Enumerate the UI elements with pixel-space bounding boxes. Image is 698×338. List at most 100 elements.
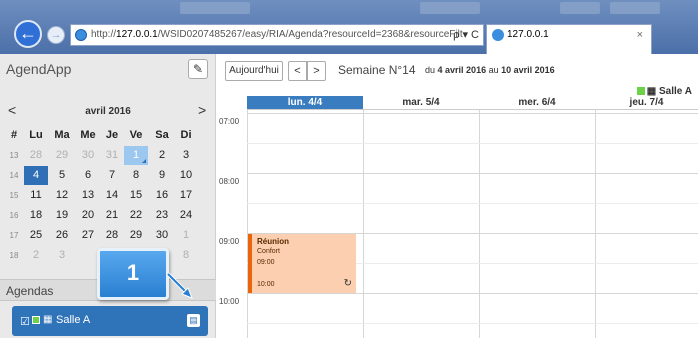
range-start: 4 avril 2016: [437, 65, 487, 75]
calendar-day[interactable]: 31: [100, 146, 124, 165]
calendar-day[interactable]: 9: [150, 166, 174, 185]
calendar-day[interactable]: 24: [174, 206, 198, 225]
calendar-header-cell: #: [10, 129, 18, 141]
time-label: 10:00: [219, 297, 240, 306]
legend-color-swatch: [636, 87, 645, 95]
half-hour-line: [247, 323, 698, 324]
calendar-toolbar: Aujourd'hui < > Semaine N°14 du 4 avril …: [217, 54, 698, 86]
address-bar[interactable]: http://127.0.0.1/WSID0207485267/easy/RIA…: [70, 24, 484, 46]
calendar-header-cell: Ma: [54, 129, 70, 141]
app-title: AgendApp: [6, 61, 72, 77]
calendar-next-button[interactable]: >: [198, 102, 206, 118]
calendar-day[interactable]: 5: [50, 166, 74, 185]
calendar-day[interactable]: 30: [150, 226, 174, 245]
calendar-header-cell: Je: [105, 129, 119, 141]
day-header: lun. 4/4: [247, 96, 363, 110]
recurrence-icon: ↻: [343, 278, 352, 289]
blurred-tab: [560, 2, 600, 14]
resource-item-salle-a[interactable]: ☑ ▦ Salle A ▤: [12, 306, 208, 336]
column-divider: [363, 110, 364, 338]
calendar-day[interactable]: 3: [174, 146, 198, 165]
calendar-day[interactable]: 3: [50, 246, 74, 265]
calendar-header-cell: Me: [80, 129, 96, 141]
week-range: du 4 avril 2016 au 10 avril 2016: [425, 65, 555, 75]
calendar-day[interactable]: 20: [76, 206, 100, 225]
tab-title: 127.0.0.1: [507, 29, 549, 40]
calendar-day[interactable]: 2: [150, 146, 174, 165]
calendar-day[interactable]: 15: [124, 186, 148, 205]
forward-arrow-icon: →: [50, 29, 62, 41]
range-mid: au: [488, 65, 499, 75]
list-icon[interactable]: ▤: [187, 314, 200, 327]
calendar-day[interactable]: 26: [50, 226, 74, 245]
calendar-day[interactable]: 19: [50, 206, 74, 225]
blurred-tab: [420, 2, 480, 14]
forward-button[interactable]: →: [47, 26, 65, 44]
address-actions[interactable]: ρ ▾ C: [453, 25, 479, 45]
week-number: 17: [9, 231, 19, 240]
calendar-day[interactable]: 21: [100, 206, 124, 225]
today-button[interactable]: Aujourd'hui: [225, 61, 283, 81]
calendar-day[interactable]: 28: [100, 226, 124, 245]
agendas-label: Agendas: [6, 284, 54, 298]
tutorial-callout: 1: [97, 248, 169, 300]
day-header: mer. 6/4: [479, 96, 595, 110]
calendar-day[interactable]: 14: [100, 186, 124, 205]
calendar-day[interactable]: 25: [24, 226, 48, 245]
hour-line: [247, 113, 698, 114]
day-header: jeu. 7/4: [595, 96, 698, 110]
week-title: Semaine N°14: [338, 63, 416, 77]
calendar-day[interactable]: 10: [174, 166, 198, 185]
calendar-day[interactable]: 16: [150, 186, 174, 205]
calendar-day[interactable]: 27: [76, 226, 100, 245]
event-subtitle: Confort: [257, 248, 280, 255]
next-week-button[interactable]: >: [307, 61, 326, 81]
calendar-day[interactable]: 6: [76, 166, 100, 185]
column-divider: [595, 110, 596, 338]
calendar-day[interactable]: 22: [124, 206, 148, 225]
tab-close-icon[interactable]: ×: [637, 25, 643, 45]
calendar-day[interactable]: 7: [100, 166, 124, 185]
calendar-day[interactable]: 29: [124, 226, 148, 245]
calendar-header-cell: Ve: [129, 129, 143, 141]
calendar-day[interactable]: 2: [24, 246, 48, 265]
edit-icon: ✎: [192, 62, 204, 76]
calendar-day[interactable]: 28: [24, 146, 48, 165]
half-hour-line: [247, 203, 698, 204]
prev-week-button[interactable]: <: [288, 61, 307, 81]
week-number: 16: [9, 211, 19, 220]
time-label: 08:00: [219, 177, 240, 186]
blurred-tab: [180, 2, 250, 14]
address-prefix: http://: [91, 29, 117, 40]
calendar-day[interactable]: 11: [24, 186, 48, 205]
range-end: 10 avril 2016: [501, 65, 555, 75]
calendar-day[interactable]: 1: [124, 146, 148, 165]
column-divider: [247, 110, 248, 338]
resource-name: Salle A: [56, 314, 91, 326]
calendar-day[interactable]: 1: [174, 226, 198, 245]
calendar-day[interactable]: 30: [76, 146, 100, 165]
calendar-day[interactable]: 17: [174, 186, 198, 205]
browser-tab-active[interactable]: 127.0.0.1 ×: [486, 24, 652, 54]
edit-button[interactable]: ✎: [188, 59, 208, 79]
back-button[interactable]: ←: [14, 20, 42, 48]
calendar-day[interactable]: 8: [174, 246, 198, 265]
calendar-day[interactable]: 29: [50, 146, 74, 165]
week-number: 13: [9, 151, 19, 160]
favicon-icon: [75, 29, 87, 41]
calendar-month-label: avril 2016: [85, 106, 131, 117]
calendar-header-cell: Sa: [155, 129, 169, 141]
half-hour-line: [247, 143, 698, 144]
browser-chrome: ← → http://127.0.0.1/WSID0207485267/easy…: [0, 0, 698, 54]
checkbox-icon[interactable]: ☑: [20, 315, 30, 328]
calendar-day[interactable]: 23: [150, 206, 174, 225]
event-reunion[interactable]: Réunion Confort 09:00 10:00 ↻: [248, 234, 356, 293]
calendar-day[interactable]: 8: [124, 166, 148, 185]
day-header: mar. 5/4: [363, 96, 479, 110]
calendar-day[interactable]: 4: [24, 166, 48, 185]
calendar-day[interactable]: 12: [50, 186, 74, 205]
calendar-day[interactable]: 18: [24, 206, 48, 225]
calendar-day[interactable]: 13: [76, 186, 100, 205]
address-path: /WSID0207485267/easy/RIA/Agenda?resource…: [157, 29, 463, 40]
range-prefix: du: [425, 65, 436, 75]
